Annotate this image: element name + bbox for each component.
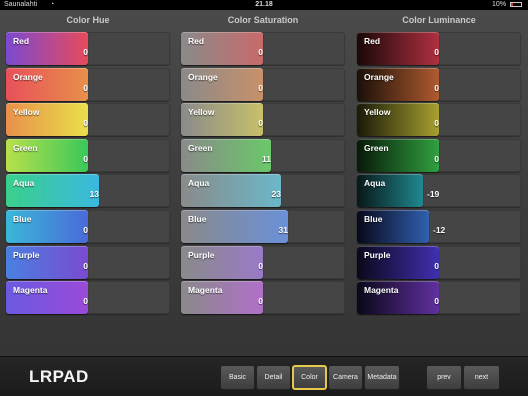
slider-value: 23 <box>271 189 281 200</box>
slider-red[interactable]: Red 0 <box>357 32 521 65</box>
slider-value: 0 <box>258 118 263 129</box>
slider-label: Purple <box>188 249 215 260</box>
slider-label: Green <box>188 142 213 153</box>
slider-purple[interactable]: Purple 0 <box>357 245 521 279</box>
slider-aqua[interactable]: Aqua 23 <box>181 174 345 208</box>
slider-red[interactable]: Red 0 <box>181 32 345 65</box>
column-title: Color Saturation <box>227 15 299 25</box>
slider-green[interactable]: Green 0 <box>6 138 170 172</box>
slider-red[interactable]: Red 0 <box>6 32 170 65</box>
slider-blue[interactable]: Blue 0 <box>6 210 170 243</box>
tab-detail[interactable]: Detail <box>256 365 291 390</box>
status-bar: Saunalahti ◔ 21.18 10% <box>0 0 528 10</box>
slider-value: 0 <box>258 82 263 93</box>
slider-label: Purple <box>364 249 391 260</box>
slider-purple[interactable]: Purple 0 <box>6 245 170 279</box>
column-title: Color Luminance <box>402 15 476 25</box>
slider-green[interactable]: Green 0 <box>357 138 521 172</box>
slider-purple[interactable]: Purple 0 <box>181 245 345 279</box>
slider-label: Purple <box>13 249 40 260</box>
slider-magenta[interactable]: Magenta 0 <box>181 281 345 315</box>
tab-color[interactable]: Color <box>292 365 327 390</box>
slider-value: 0 <box>83 296 88 307</box>
slider-value: 13 <box>89 189 99 200</box>
slider-orange[interactable]: Orange 0 <box>6 67 170 101</box>
column-title: Color Hue <box>66 15 110 25</box>
slider-blue[interactable]: Blue -12 <box>357 210 521 243</box>
slider-magenta[interactable]: Magenta 0 <box>6 281 170 315</box>
slider-label: Yellow <box>13 107 40 118</box>
slider-label: Aqua <box>13 178 35 189</box>
status-time: 21.18 <box>255 1 273 8</box>
slider-value: 0 <box>83 260 88 271</box>
bottom-toolbar: LRPAD Basic Detail Color Camera Metadata pre… <box>0 356 528 396</box>
slider-label: Green <box>13 142 38 153</box>
slider-label: Red <box>13 36 30 46</box>
slider-label: Orange <box>364 71 394 82</box>
slider-value: 0 <box>83 153 88 164</box>
slider-label: Red <box>364 36 381 46</box>
slider-green[interactable]: Green 11 <box>181 138 345 172</box>
color-panel: Color Hue Red 0 Orange 0 Yellow 0 Green 0 Aqua 13 B… <box>0 10 528 356</box>
slider-label: Aqua <box>188 178 210 189</box>
slider-magenta[interactable]: Magenta 0 <box>357 281 521 315</box>
slider-label: Yellow <box>364 107 391 118</box>
slider-blue[interactable]: Blue 31 <box>181 210 345 243</box>
battery-indicator: 10% <box>492 0 522 10</box>
slider-value: 0 <box>434 82 439 93</box>
slider-value: 0 <box>83 118 88 129</box>
slider-value: 0 <box>434 47 439 57</box>
slider-value: 0 <box>434 153 439 164</box>
slider-yellow[interactable]: Yellow 0 <box>181 103 345 137</box>
slider-orange[interactable]: Orange 0 <box>181 67 345 101</box>
tab-basic[interactable]: Basic <box>220 365 255 390</box>
slider-aqua[interactable]: Aqua 13 <box>6 174 170 208</box>
battery-percent: 10% <box>492 1 507 8</box>
slider-value: -12 <box>433 225 446 235</box>
slider-value: 11 <box>262 153 271 164</box>
tab-metadata[interactable]: Metadata <box>364 365 400 390</box>
slider-value: 0 <box>434 118 439 129</box>
slider-label: Magenta <box>364 285 399 296</box>
slider-label: Blue <box>188 214 207 224</box>
slider-label: Green <box>364 142 389 153</box>
next-button[interactable]: next <box>463 365 500 390</box>
slider-label: Yellow <box>188 107 215 118</box>
slider-value: 0 <box>83 225 88 235</box>
app-logo: LRPAD <box>29 367 89 386</box>
slider-value: 0 <box>434 296 439 307</box>
slider-label: Magenta <box>13 285 48 296</box>
slider-value: 0 <box>434 260 439 271</box>
slider-label: Red <box>188 36 205 46</box>
prev-button[interactable]: prev <box>426 365 462 390</box>
slider-aqua[interactable]: Aqua -19 <box>357 174 521 208</box>
slider-label: Blue <box>13 214 32 224</box>
slider-value: 31 <box>278 225 288 235</box>
slider-label: Blue <box>364 214 383 224</box>
slider-yellow[interactable]: Yellow 0 <box>6 103 170 137</box>
slider-label: Magenta <box>188 285 223 296</box>
slider-value: 0 <box>258 47 263 57</box>
slider-value: 0 <box>83 47 88 57</box>
slider-value: 0 <box>83 82 88 93</box>
slider-label: Orange <box>188 71 218 82</box>
slider-value: 0 <box>258 296 263 307</box>
slider-label: Aqua <box>364 178 386 189</box>
slider-value: 0 <box>258 260 263 271</box>
slider-yellow[interactable]: Yellow 0 <box>357 103 521 137</box>
tab-camera[interactable]: Camera <box>328 365 363 390</box>
slider-orange[interactable]: Orange 0 <box>357 67 521 101</box>
slider-label: Orange <box>13 71 43 82</box>
battery-icon <box>510 1 522 7</box>
slider-value: -19 <box>427 189 440 200</box>
